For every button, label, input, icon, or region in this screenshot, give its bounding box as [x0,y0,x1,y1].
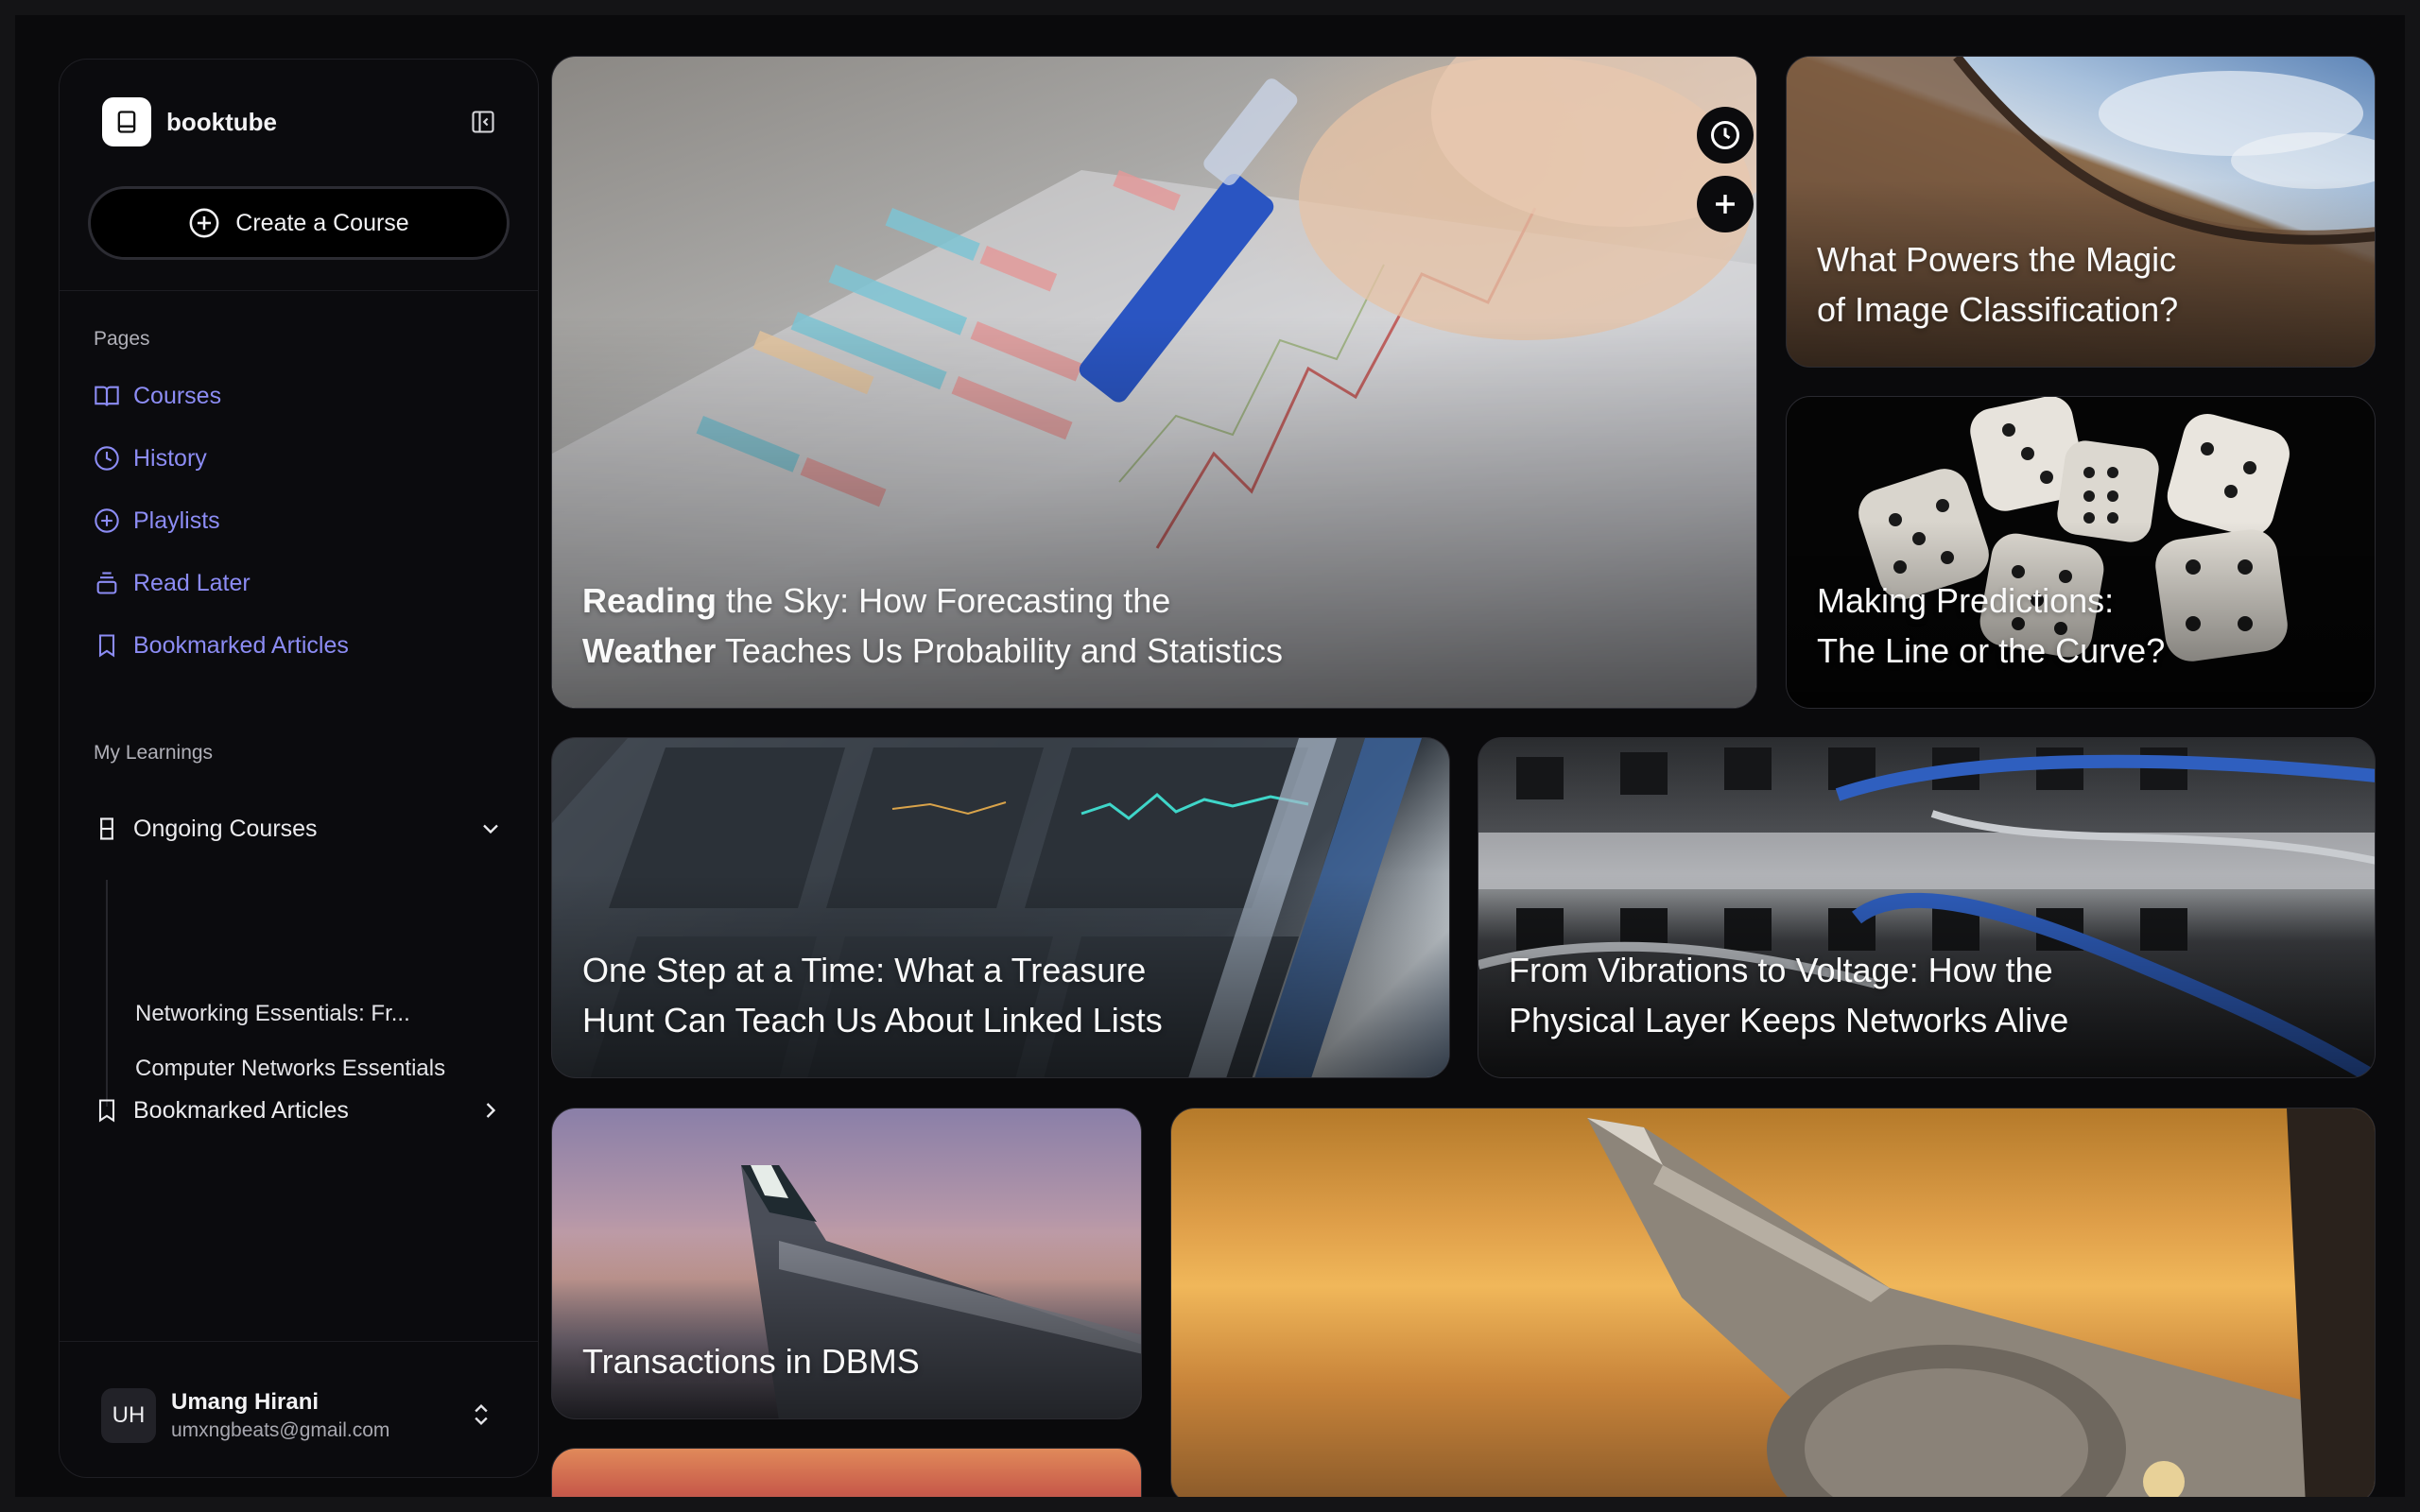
bookmark-icon [98,634,115,658]
add-to-playlist-button[interactable] [1697,176,1754,232]
article-card-linked-lists[interactable]: One Step at a Time: What a Treasure Hunt… [551,737,1450,1078]
clock-icon [95,446,119,471]
watch-later-button[interactable] [1697,107,1754,163]
sidebar: booktube Create a Course Pages Courses H… [59,59,539,1478]
nav-item-label: Courses [133,382,222,409]
plus-icon [1716,195,1735,214]
plus-circle-icon [189,208,219,238]
nav-item-read-later[interactable]: Read Later [94,564,251,602]
article-card-physical-layer[interactable]: From Vibrations to Voltage: How the Phys… [1478,737,2376,1078]
book-open-icon [95,386,119,406]
tree-line [106,880,108,1107]
card-title-line: The Line or the Curve? [1817,631,2166,670]
card-title: Transactions in DBMS [582,1336,920,1386]
create-course-button[interactable]: Create a Course [88,186,510,260]
article-card-statistics[interactable]: Reading the Sky: How Forecasting the Wea… [551,56,1757,709]
brand-name: booktube [166,107,277,136]
card-title-text: the Sky: How Forecasting the [717,581,1171,620]
nav-item-playlists[interactable]: Playlists [94,502,220,540]
user-email: umxngbeats@gmail.com [171,1419,390,1441]
chevrons-up-down-icon [475,1404,488,1425]
sidebar-collapse-icon[interactable] [468,107,498,137]
card-title-line: Physical Layer Keeps Networks Alive [1509,1001,2069,1040]
article-card-sunset-partial[interactable] [551,1448,1142,1497]
card-title: Reading the Sky: How Forecasting the Wea… [582,576,1283,676]
chevron-right-icon [486,1103,496,1118]
app-frame: booktube Create a Course Pages Courses H… [15,15,2405,1497]
bookmarked-articles-toggle[interactable]: Bookmarked Articles [94,1090,504,1131]
airplane-sunset-illustration [1587,1108,2375,1497]
user-info: Umang Hirani umxngbeats@gmail.com [171,1389,389,1442]
avatar: UH [101,1388,156,1443]
card-title: Making Predictions: The Line or the Curv… [1817,576,2165,676]
nav-item-courses[interactable]: Courses [94,377,221,415]
article-card-predictions[interactable]: Making Predictions: The Line or the Curv… [1786,396,2376,709]
nav-item-label: Read Later [133,569,251,596]
layers-icon [96,572,117,594]
nav-item-bookmarked[interactable]: Bookmarked Articles [94,627,349,664]
card-title-bold: Weather [582,631,717,670]
nav-item-history[interactable]: History [94,439,207,477]
article-card-image-classification[interactable]: What Powers the Magic of Image Classific… [1786,56,2376,368]
card-title: One Step at a Time: What a Treasure Hunt… [582,945,1163,1045]
article-card-transactions-dbms[interactable]: Transactions in DBMS [551,1108,1142,1419]
brand[interactable]: booktube [102,97,277,146]
pages-section-label: Pages [94,328,150,350]
card-title: What Powers the Magic of Image Classific… [1817,234,2178,335]
card-title-line: What Powers the Magic [1817,240,2177,279]
plus-circle-icon [95,508,119,533]
nav-item-label: Playlists [133,507,220,534]
card-title: From Vibrations to Voltage: How the Phys… [1509,945,2068,1045]
bookmarked-articles-label: Bookmarked Articles [133,1096,349,1124]
article-card-airplane-sunset[interactable] [1170,1108,2376,1497]
my-learnings-label: My Learnings [94,742,214,764]
hourglass-icon [100,817,113,840]
card-title-line: Transactions in DBMS [582,1342,920,1381]
user-menu[interactable]: UH Umang Hirani umxngbeats@gmail.com [101,1383,504,1449]
card-title-line: Making Predictions: [1817,581,2115,620]
nav-item-label: Bookmarked Articles [133,631,349,659]
ongoing-courses-label: Ongoing Courses [133,815,318,842]
ongoing-course-item[interactable]: Computer Networks Essentials [135,1056,445,1082]
user-name: Umang Hirani [171,1389,320,1415]
create-course-label: Create a Course [235,209,409,236]
divider [60,290,538,291]
book-logo-icon [102,97,151,146]
card-title-line: of Image Classification? [1817,290,2179,329]
card-title-bold: Reading [582,581,717,620]
bookmark-icon [98,1099,115,1123]
nav-item-label: History [133,444,207,472]
clock-icon [1711,121,1739,149]
card-title-line: Hunt Can Teach Us About Linked Lists [582,1001,1163,1040]
divider [60,1341,538,1342]
chevron-down-icon [483,824,498,834]
card-title-line: From Vibrations to Voltage: How the [1509,951,2053,989]
ongoing-course-item[interactable]: Networking Essentials: Fr... [135,1001,410,1027]
card-title-text: Teaches Us Probability and Statistics [716,631,1284,670]
ongoing-courses-toggle[interactable]: Ongoing Courses [94,808,504,850]
card-title-line: One Step at a Time: What a Treasure [582,951,1147,989]
